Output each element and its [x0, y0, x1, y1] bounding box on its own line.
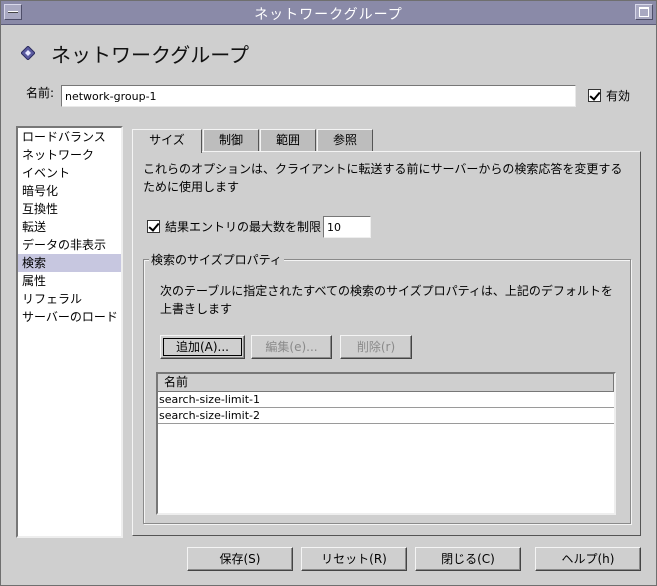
- delete-button[interactable]: 削除(r): [340, 335, 412, 359]
- sidebar-item-event[interactable]: イベント: [18, 164, 121, 182]
- group-title: 検索のサイズプロパティ: [149, 251, 284, 268]
- sidebar-item-referral[interactable]: リフェラル: [18, 290, 121, 308]
- group-description: 次のテーブルに指定されたすべての検索のサイズプロパティは、上記のデフォルトを上書…: [160, 284, 613, 316]
- sidebar-item-forwarding[interactable]: 転送: [18, 218, 121, 236]
- sidebar-item-attributes[interactable]: 属性: [18, 272, 121, 290]
- limit-input[interactable]: [323, 216, 371, 238]
- tab-control[interactable]: 制御: [203, 129, 259, 151]
- edit-button[interactable]: 編集(e)...: [251, 335, 332, 359]
- maximize-button[interactable]: [635, 4, 653, 20]
- sidebar-item-compatibility[interactable]: 互換性: [18, 200, 121, 218]
- size-properties-group: 検索のサイズプロパティ 次のテーブルに指定されたすべての検索のサイズプロパティは…: [143, 251, 631, 524]
- table-row[interactable]: search-size-limit-2: [158, 408, 614, 424]
- sidebar-item-load-balance[interactable]: ロードバランス: [18, 128, 121, 146]
- limit-checkbox[interactable]: [147, 220, 160, 233]
- enabled-label: 有効: [606, 89, 631, 103]
- window-title: ネットワークグループ: [254, 7, 403, 23]
- category-list[interactable]: ロードバランス ネットワーク イベント 暗号化 互換性 転送 データの非表示 検…: [16, 126, 123, 538]
- sidebar-item-data-hiding[interactable]: データの非表示: [18, 236, 121, 254]
- enabled-checkbox-row[interactable]: 有効: [588, 87, 630, 104]
- reset-button[interactable]: リセット(R): [301, 547, 407, 571]
- title-bar[interactable]: ネットワークグループ: [1, 1, 656, 25]
- diamond-icon: [21, 46, 35, 60]
- sidebar-item-encryption[interactable]: 暗号化: [18, 182, 121, 200]
- name-input[interactable]: [61, 85, 576, 107]
- save-button[interactable]: 保存(S): [187, 547, 293, 571]
- size-properties-table[interactable]: 名前 search-size-limit-1 search-size-limit…: [156, 372, 616, 515]
- tab-reference[interactable]: 参照: [317, 129, 373, 151]
- dialog-window: ネットワークグループ ネットワークグループ 名前: 有効 ロードバランス ネット…: [0, 0, 657, 586]
- sidebar-item-search[interactable]: 検索: [18, 254, 121, 272]
- page-title: ネットワークグループ: [51, 43, 249, 67]
- sidebar-item-network[interactable]: ネットワーク: [18, 146, 121, 164]
- tab-size[interactable]: サイズ: [132, 129, 202, 153]
- help-button[interactable]: ヘルプ(h): [535, 547, 641, 571]
- name-label: 名前:: [26, 86, 55, 100]
- limit-checkbox-row[interactable]: 結果エントリの最大数を制限: [147, 218, 321, 235]
- size-description: これらのオプションは、クライアントに転送する前にサーバーからの検索応答を変更する…: [143, 162, 623, 194]
- sidebar-item-server-load[interactable]: サーバーのロード: [18, 308, 121, 326]
- limit-label: 結果エントリの最大数を制限: [165, 220, 322, 234]
- enabled-checkbox[interactable]: [588, 89, 601, 102]
- close-button[interactable]: 閉じる(C): [415, 547, 521, 571]
- tab-scope[interactable]: 範囲: [260, 129, 316, 151]
- table-header-name[interactable]: 名前: [158, 374, 614, 392]
- add-button[interactable]: 追加(A)...: [160, 335, 245, 359]
- size-tab-panel: これらのオプションは、クライアントに転送する前にサーバーからの検索応答を変更する…: [132, 151, 641, 536]
- table-row[interactable]: search-size-limit-1: [158, 392, 614, 408]
- maximize-icon: [639, 7, 649, 17]
